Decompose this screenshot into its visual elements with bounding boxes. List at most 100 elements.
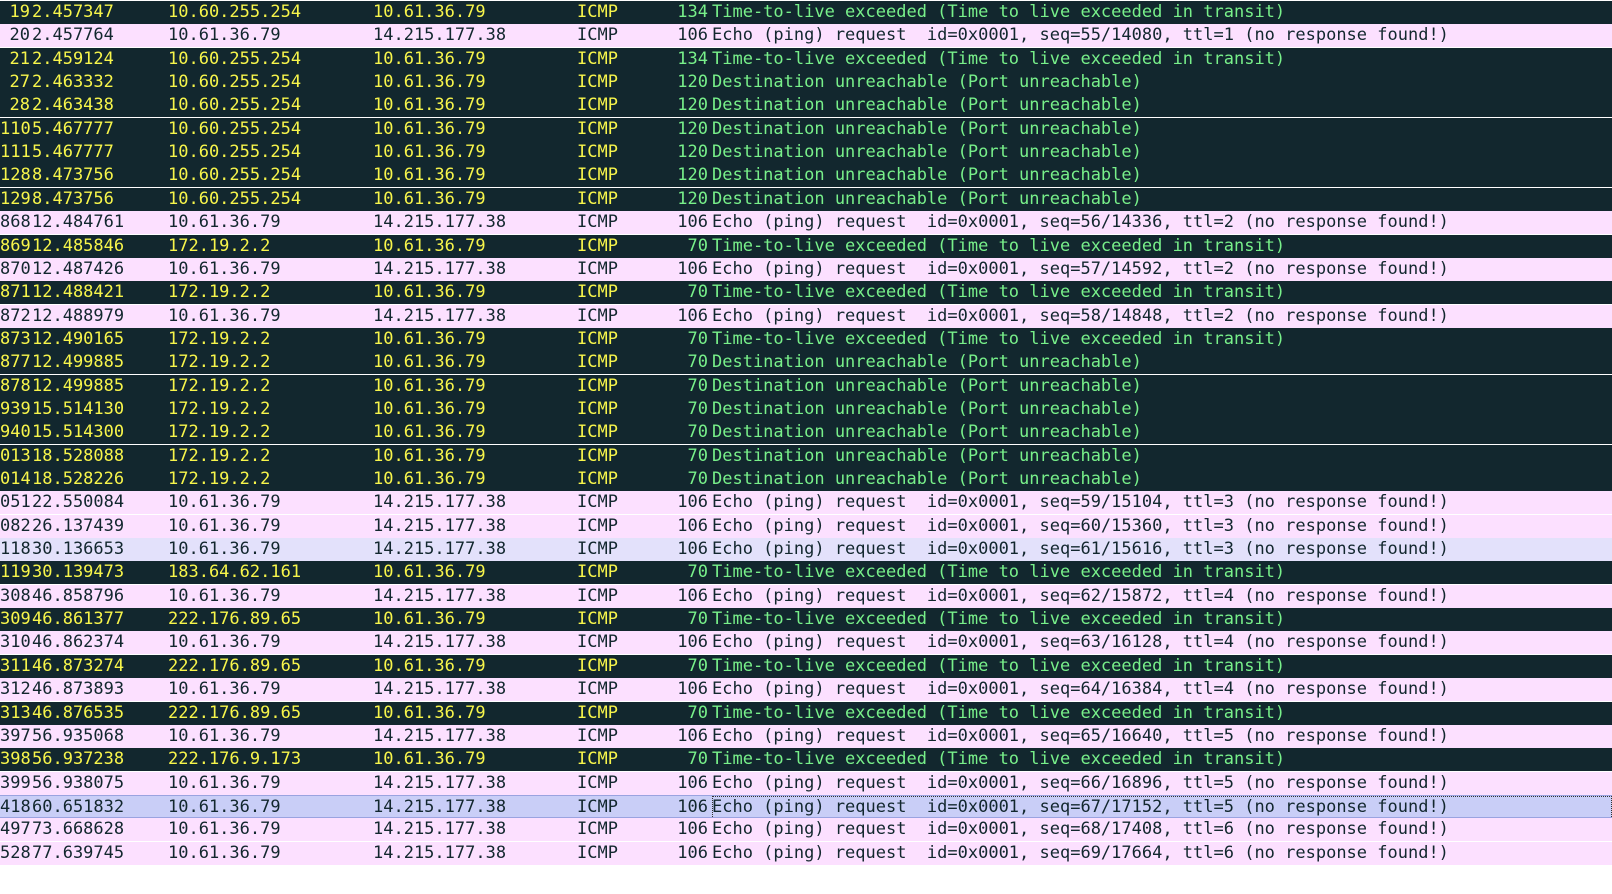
- packet-destination: 14.215.177.38: [373, 632, 507, 652]
- packet-destination: 10.61.36.79: [373, 352, 486, 372]
- packet-row[interactable]: 014 18.528226 172.19.2.2 10.61.36.79 ICMP 70 D…: [0, 468, 1612, 491]
- packet-destination: 14.215.177.38: [373, 492, 507, 512]
- packet-length: 106: [677, 797, 708, 817]
- packet-row[interactable]: 878 12.499885 172.19.2.2 10.61.36.79 ICMP 70 D…: [0, 375, 1612, 398]
- packet-list[interactable]: 19 2.457347 10.60.255.254 10.61.36.79 ICMP 13…: [0, 0, 1612, 894]
- packet-row[interactable]: 868 12.484761 10.61.36.79 14.215.177.38 ICMP…: [0, 211, 1612, 234]
- packet-source: 10.61.36.79: [168, 539, 281, 559]
- packet-number: 940: [0, 422, 30, 442]
- packet-source: 10.60.255.254: [168, 2, 302, 22]
- packet-destination: 10.61.36.79: [373, 749, 486, 769]
- packet-time: 12.488421: [32, 282, 125, 302]
- packet-row[interactable]: 110 5.467777 10.60.255.254 10.61.36.79 ICMP 1…: [0, 118, 1612, 141]
- packet-row[interactable]: 118 30.136653 10.61.36.79 14.215.177.38 ICMP…: [0, 538, 1612, 561]
- packet-protocol: ICMP: [577, 329, 618, 349]
- packet-row[interactable]: 28 2.463438 10.60.255.254 10.61.36.79 ICMP 12…: [0, 94, 1612, 117]
- packet-time: 5.467777: [32, 142, 114, 162]
- packet-destination: 10.61.36.79: [373, 165, 486, 185]
- packet-row[interactable]: 111 5.467777 10.60.255.254 10.61.36.79 ICMP 1…: [0, 141, 1612, 164]
- packet-row[interactable]: 19 2.457347 10.60.255.254 10.61.36.79 ICMP 13…: [0, 1, 1612, 24]
- packet-row[interactable]: 128 8.473756 10.60.255.254 10.61.36.79 ICMP 1…: [0, 164, 1612, 187]
- packet-length: 106: [677, 306, 708, 326]
- packet-time: 18.528226: [32, 469, 125, 489]
- packet-row[interactable]: 870 12.487426 10.61.36.79 14.215.177.38 ICMP…: [0, 258, 1612, 281]
- packet-number: 118: [0, 539, 30, 559]
- packet-row[interactable]: 308 46.858796 10.61.36.79 14.215.177.38 ICMP…: [0, 585, 1612, 608]
- packet-number: 868: [0, 212, 30, 232]
- packet-source: 10.60.255.254: [168, 119, 302, 139]
- packet-protocol: ICMP: [577, 539, 618, 559]
- packet-length: 70: [687, 469, 708, 489]
- packet-time: 46.862374: [32, 632, 125, 652]
- packet-number: 013: [0, 446, 30, 466]
- packet-row[interactable]: 309 46.861377 222.176.89.65 10.61.36.79 ICMP…: [0, 608, 1612, 631]
- packet-destination: 14.215.177.38: [373, 586, 507, 606]
- packet-info: Echo (ping) request id=0x0001, seq=60/15…: [712, 516, 1449, 536]
- packet-row[interactable]: 312 46.873893 10.61.36.79 14.215.177.38 ICMP…: [0, 678, 1612, 701]
- packet-row[interactable]: 497 73.668628 10.61.36.79 14.215.177.38 ICMP…: [0, 818, 1612, 841]
- packet-row[interactable]: 397 56.935068 10.61.36.79 14.215.177.38 ICMP…: [0, 725, 1612, 748]
- packet-source: 10.61.36.79: [168, 306, 281, 326]
- packet-destination: 14.215.177.38: [373, 726, 507, 746]
- packet-row[interactable]: 119 30.139473 183.64.62.161 10.61.36.79 ICMP…: [0, 561, 1612, 584]
- packet-row[interactable]: 871 12.488421 172.19.2.2 10.61.36.79 ICMP 70 T…: [0, 281, 1612, 304]
- packet-row[interactable]: 399 56.938075 10.61.36.79 14.215.177.38 ICMP…: [0, 772, 1612, 795]
- packet-row[interactable]: 051 22.550084 10.61.36.79 14.215.177.38 ICMP…: [0, 491, 1612, 514]
- packet-length: 70: [687, 376, 708, 396]
- packet-protocol: ICMP: [577, 773, 618, 793]
- packet-number: 870: [0, 259, 30, 279]
- packet-row[interactable]: 21 2.459124 10.60.255.254 10.61.36.79 ICMP 13…: [0, 48, 1612, 71]
- packet-row[interactable]: 20 2.457764 10.61.36.79 14.215.177.38 ICMP 10…: [0, 24, 1612, 47]
- packet-row[interactable]: 873 12.490165 172.19.2.2 10.61.36.79 ICMP 70 T…: [0, 328, 1612, 351]
- packet-row[interactable]: 418 60.651832 10.61.36.79 14.215.177.38 ICMP…: [0, 795, 1612, 819]
- packet-protocol: ICMP: [577, 632, 618, 652]
- packet-time: 2.463332: [32, 72, 114, 92]
- packet-info: Destination unreachable (Port unreachabl…: [712, 352, 1142, 372]
- packet-info: Echo (ping) request id=0x0001, seq=69/17…: [712, 843, 1449, 863]
- packet-number: 497: [0, 819, 30, 839]
- packet-row[interactable]: 013 18.528088 172.19.2.2 10.61.36.79 ICMP 70 D…: [0, 445, 1612, 468]
- packet-row[interactable]: 939 15.514130 172.19.2.2 10.61.36.79 ICMP 70 D…: [0, 398, 1612, 421]
- packet-row[interactable]: 528 77.639745 10.61.36.79 14.215.177.38 ICMP…: [0, 842, 1612, 865]
- packet-row[interactable]: 129 8.473756 10.60.255.254 10.61.36.79 ICMP 1…: [0, 188, 1612, 211]
- packet-destination: 10.61.36.79: [373, 236, 486, 256]
- packet-length: 106: [677, 25, 708, 45]
- packet-info: Time-to-live exceeded (Time to live exce…: [712, 2, 1286, 22]
- packet-time: 46.861377: [32, 609, 125, 629]
- packet-row[interactable]: 313 46.876535 222.176.89.65 10.61.36.79 ICMP…: [0, 702, 1612, 725]
- packet-protocol: ICMP: [577, 726, 618, 746]
- packet-length: 70: [687, 446, 708, 466]
- packet-destination: 14.215.177.38: [373, 259, 507, 279]
- packet-row[interactable]: 27 2.463332 10.60.255.254 10.61.36.79 ICMP 12…: [0, 71, 1612, 94]
- packet-length: 120: [677, 142, 708, 162]
- packet-time: 73.668628: [32, 819, 125, 839]
- packet-protocol: ICMP: [577, 119, 618, 139]
- packet-row[interactable]: 310 46.862374 10.61.36.79 14.215.177.38 ICMP…: [0, 631, 1612, 654]
- packet-source: 172.19.2.2: [168, 422, 271, 442]
- packet-time: 46.858796: [32, 586, 125, 606]
- packet-protocol: ICMP: [577, 95, 618, 115]
- packet-row[interactable]: 872 12.488979 10.61.36.79 14.215.177.38 ICMP…: [0, 305, 1612, 328]
- packet-number: 110: [0, 119, 30, 139]
- packet-time: 2.457764: [32, 25, 114, 45]
- packet-row[interactable]: 082 26.137439 10.61.36.79 14.215.177.38 ICMP…: [0, 515, 1612, 538]
- packet-protocol: ICMP: [577, 376, 618, 396]
- packet-time: 2.457347: [32, 2, 114, 22]
- packet-source: 10.61.36.79: [168, 516, 281, 536]
- packet-time: 26.137439: [32, 516, 125, 536]
- packet-row[interactable]: 940 15.514300 172.19.2.2 10.61.36.79 ICMP 70 D…: [0, 421, 1612, 444]
- packet-info: Time-to-live exceeded (Time to live exce…: [712, 656, 1286, 676]
- packet-protocol: ICMP: [577, 306, 618, 326]
- packet-row[interactable]: 398 56.937238 222.176.9.173 10.61.36.79 ICMP…: [0, 748, 1612, 771]
- packet-length: 120: [677, 189, 708, 209]
- packet-length: 106: [677, 539, 708, 559]
- packet-number: 309: [0, 609, 30, 629]
- packet-row[interactable]: 877 12.499885 172.19.2.2 10.61.36.79 ICMP 70 D…: [0, 351, 1612, 374]
- packet-number: 27: [9, 72, 30, 92]
- packet-time: 60.651832: [32, 797, 125, 817]
- packet-length: 70: [687, 703, 708, 723]
- packet-info: Echo (ping) request id=0x0001, seq=61/15…: [712, 539, 1449, 559]
- packet-row[interactable]: 869 12.485846 172.19.2.2 10.61.36.79 ICMP 70 T…: [0, 235, 1612, 258]
- packet-protocol: ICMP: [577, 25, 618, 45]
- packet-row[interactable]: 311 46.873274 222.176.89.65 10.61.36.79 ICMP…: [0, 655, 1612, 678]
